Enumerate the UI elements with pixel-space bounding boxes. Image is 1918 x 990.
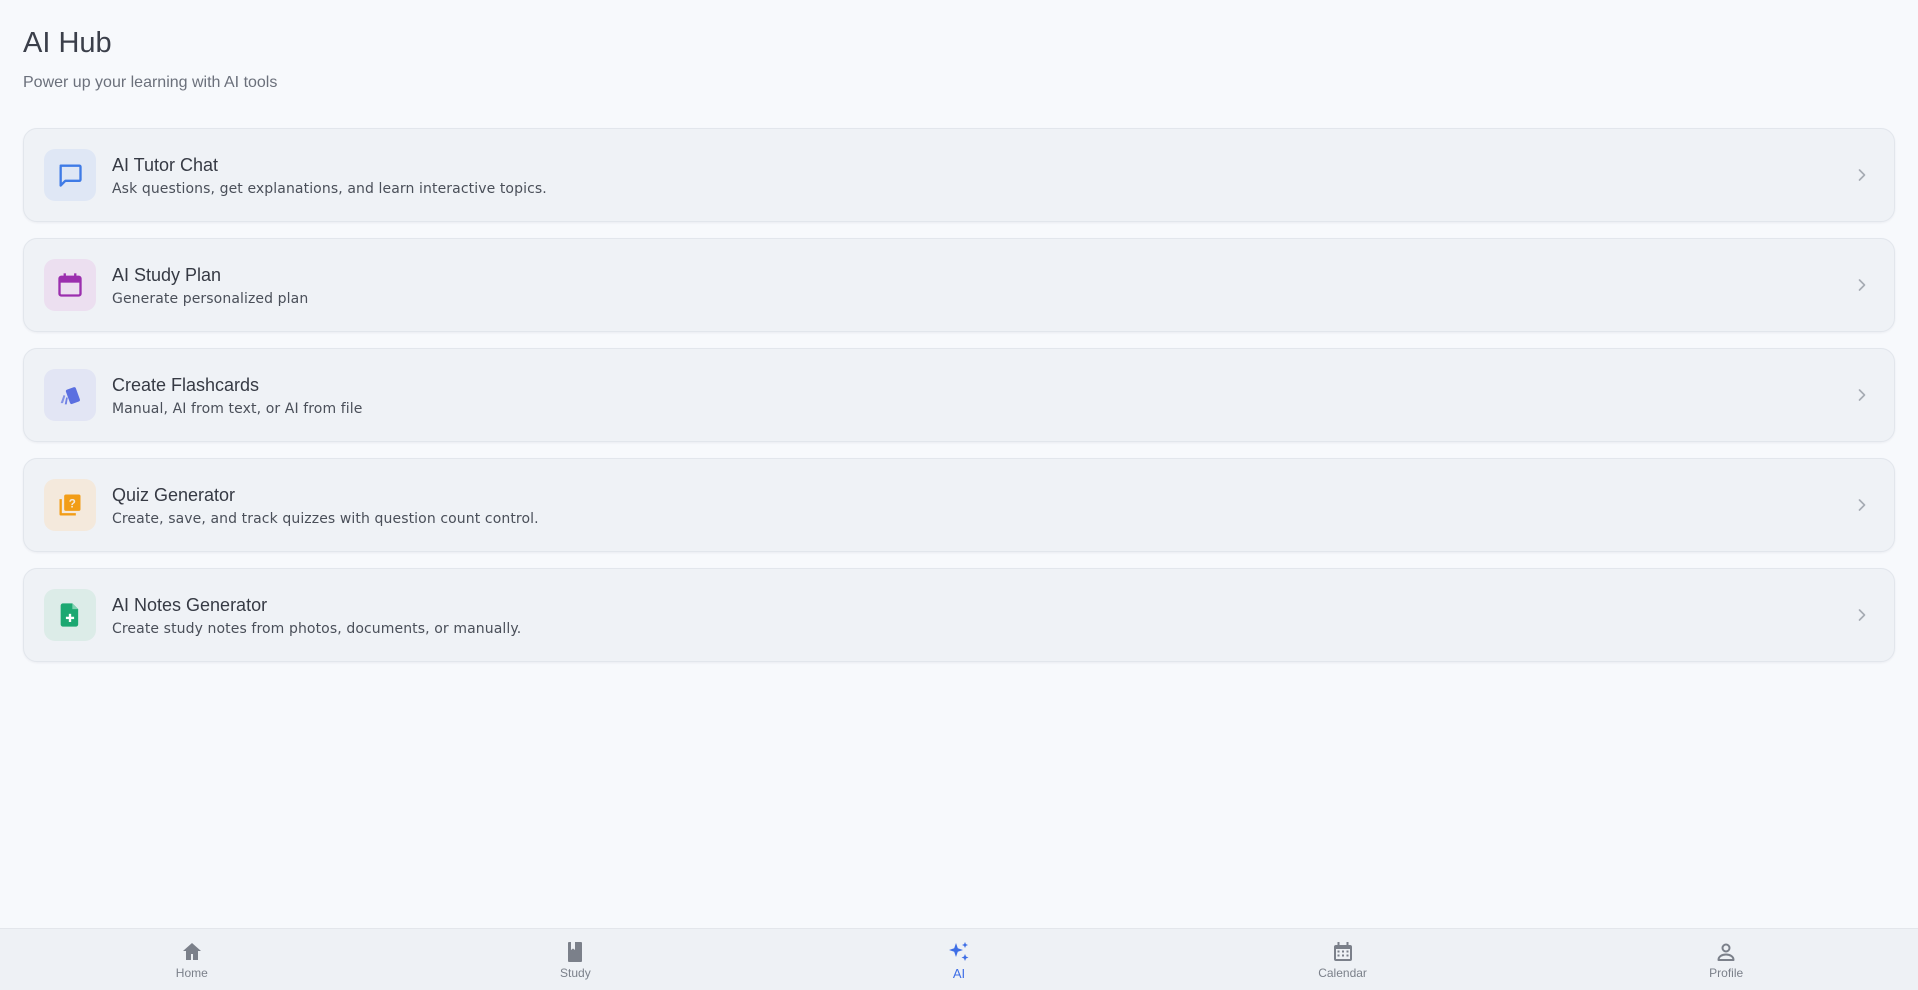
- ai-hub-page: AI Hub Power up your learning with AI to…: [0, 0, 1918, 990]
- nav-item-profile[interactable]: Profile: [1534, 929, 1918, 990]
- ai-study-plan-card[interactable]: AI Study Plan Generate personalized plan: [23, 238, 1895, 332]
- page-header: AI Hub Power up your learning with AI to…: [23, 24, 277, 92]
- nav-label: Home: [175, 966, 208, 980]
- card-text: AI Notes Generator Create study notes fr…: [112, 594, 521, 637]
- page-title: AI Hub: [23, 27, 112, 59]
- home-icon: [182, 943, 201, 960]
- card-text: AI Study Plan Generate personalized plan: [112, 264, 308, 307]
- sparkles-icon: [948, 941, 969, 961]
- book-icon: [568, 942, 583, 962]
- quiz-generator-card[interactable]: ? Quiz Generator Create, save, and track…: [23, 458, 1895, 552]
- card-description: Manual, AI from text, or AI from file: [112, 400, 363, 417]
- chevron-right-icon: [1858, 389, 1866, 401]
- create-flashcards-card[interactable]: Create Flashcards Manual, AI from text, …: [23, 348, 1895, 442]
- card-title: Create Flashcards: [112, 374, 260, 395]
- card-description: Create, save, and track quizzes with que…: [112, 510, 539, 527]
- card-description: Generate personalized plan: [112, 290, 309, 307]
- calendar-icon: [58, 273, 82, 297]
- card-text: Create Flashcards Manual, AI from text, …: [112, 374, 362, 417]
- chevron-right-icon: [1858, 279, 1866, 291]
- chevron-right-icon: [1858, 169, 1866, 181]
- card-title: AI Tutor Chat: [112, 154, 219, 175]
- nav-label: Study: [560, 966, 591, 980]
- nav-item-ai[interactable]: AI: [767, 929, 1151, 990]
- card-icon-container: ?: [44, 479, 96, 531]
- nav-label: AI: [952, 965, 966, 981]
- card-title: AI Study Plan: [112, 264, 222, 285]
- nav-item-home[interactable]: Home: [0, 929, 384, 990]
- calendar-icon: [1333, 942, 1352, 961]
- nav-label: Calendar: [1318, 966, 1367, 980]
- quiz-icon: ?: [59, 494, 81, 516]
- chat-bubble-icon: [59, 164, 82, 187]
- svg-text:?: ?: [69, 497, 76, 510]
- card-title: Quiz Generator: [112, 484, 236, 505]
- chevron-right-icon: [1858, 499, 1866, 511]
- ai-tutor-chat-card[interactable]: AI Tutor Chat Ask questions, get explana…: [23, 128, 1895, 222]
- card-icon-container: [44, 259, 96, 311]
- tool-list: AI Tutor Chat Ask questions, get explana…: [23, 128, 1895, 678]
- note-add-icon: [60, 603, 79, 627]
- card-icon-container: [44, 369, 96, 421]
- nav-label: Profile: [1709, 966, 1744, 980]
- nav-item-calendar[interactable]: Calendar: [1151, 929, 1535, 990]
- card-description: Create study notes from photos, document…: [112, 620, 522, 637]
- nav-item-study[interactable]: Study: [384, 929, 768, 990]
- bottom-navigation: Home Study AI Calendar Profile: [0, 928, 1918, 990]
- card-icon-container: [44, 589, 96, 641]
- flashcards-icon: [60, 387, 80, 405]
- card-text: AI Tutor Chat Ask questions, get explana…: [112, 154, 547, 197]
- ai-notes-generator-card[interactable]: AI Notes Generator Create study notes fr…: [23, 568, 1895, 662]
- card-title: AI Notes Generator: [112, 594, 268, 615]
- page-subtitle: Power up your learning with AI tools: [23, 74, 278, 91]
- chevron-right-icon: [1858, 609, 1866, 621]
- card-description: Ask questions, get explanations, and lea…: [112, 180, 547, 197]
- card-icon-container: [44, 149, 96, 201]
- person-icon: [1717, 943, 1735, 961]
- card-text: Quiz Generator Create, save, and track q…: [112, 484, 539, 527]
